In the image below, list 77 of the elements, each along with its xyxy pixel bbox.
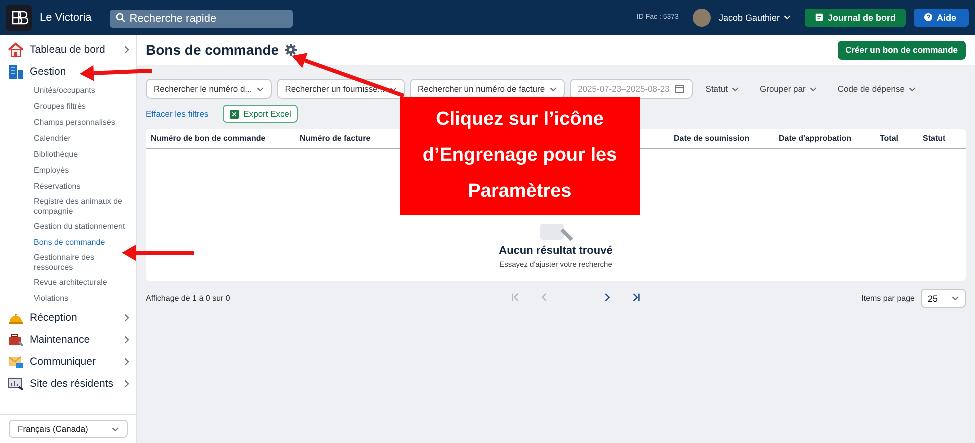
items-per-page-label: Items par page [862, 294, 915, 303]
previous-page-icon [540, 292, 549, 302]
chevron-right-icon [123, 358, 131, 366]
chevron-down-icon [732, 86, 739, 92]
chevron-right-icon [123, 336, 131, 344]
callout-text: Cliquez sur l’icône d’Engrenage pour les Paramètres [400, 97, 640, 215]
nav-subitem[interactable]: Employés [0, 163, 136, 179]
chevron-right-icon [123, 314, 131, 322]
search-select[interactable]: Rechercher un numéro de facture [410, 79, 566, 99]
pagination-summary: Affichage de 1 à 0 sur 0 [146, 294, 230, 303]
nav-subitem[interactable]: Calendrier [0, 131, 136, 147]
brand-name: Le Victoria [40, 12, 92, 24]
column-header: Total [880, 134, 900, 143]
nav-subitem[interactable]: Champs personnalisés [0, 115, 136, 131]
column-header: Numéro de facture [300, 134, 372, 143]
nav-subitem[interactable]: Groupes filtrés [0, 99, 136, 115]
help-icon [924, 13, 933, 22]
chevron-down-icon [952, 295, 959, 302]
chevron-down-icon [550, 86, 558, 92]
nav-item[interactable]: Site des résidents [0, 373, 136, 395]
column-header: Date de soumission [674, 134, 751, 143]
last-page-icon [632, 292, 641, 302]
column-header: Numéro de bon de commande [151, 134, 267, 143]
nav-subitem[interactable]: Gestionnaire des ressources [0, 251, 136, 275]
language-select[interactable]: Français (Canada) [9, 420, 128, 438]
search-field[interactable]: Recherche rapide [110, 10, 293, 28]
chevron-right-icon [123, 46, 131, 54]
nav-item[interactable]: Maintenance [0, 329, 136, 351]
logo[interactable] [6, 4, 32, 30]
items-per-page-select[interactable]: 25 [921, 289, 966, 308]
building-icon [8, 64, 24, 80]
empty-title: Aucun résultat trouvé [499, 245, 613, 257]
settings-icon[interactable] [285, 44, 298, 56]
nav-subitem[interactable]: Violations [0, 291, 136, 307]
export-excel-button[interactable]: Export Excel [222, 105, 298, 123]
column-header: Date d'approbation [779, 134, 853, 143]
toolbox-icon [8, 332, 24, 348]
chevron-down-icon [908, 86, 916, 92]
column-header: Statut [923, 134, 947, 143]
house-icon [8, 42, 24, 58]
clear-filters-link[interactable]: Effacer les filtres [146, 109, 209, 119]
chevron-down-icon [257, 86, 264, 92]
filter-dropdown[interactable]: Statut [698, 84, 747, 94]
chevron-down-icon [112, 426, 119, 432]
filter-dropdown[interactable]: Code de dépense [830, 84, 924, 94]
nav-subitem[interactable]: Bons de commande [0, 235, 136, 251]
spreadsheet-icon [230, 110, 239, 118]
create-order-button[interactable]: Créer un bon de commande [838, 40, 966, 60]
search-icon [116, 12, 126, 22]
nav-subitem[interactable]: Unités/occupants [0, 83, 136, 99]
help-button[interactable]: Aide [914, 8, 969, 26]
user-menu[interactable]: Jacob Gauthier [718, 12, 797, 22]
nav-subitem[interactable]: Réservations [0, 179, 136, 195]
journal-button[interactable]: Journal de bord [804, 8, 906, 26]
nav-item[interactable]: Communiquer [0, 351, 136, 373]
nav-subitem[interactable]: Revue architecturale [0, 275, 136, 291]
monitor-icon [8, 376, 24, 392]
filter-dropdown[interactable]: Grouper par [752, 84, 825, 94]
search-select[interactable]: Rechercher le numéro d... [146, 79, 272, 99]
calendar-icon [674, 84, 685, 94]
chevron-down-icon [810, 86, 817, 92]
first-page-icon [510, 292, 520, 302]
arrow [122, 245, 194, 261]
page-title: Bons de commande [146, 42, 280, 58]
notebook-icon [814, 13, 824, 22]
next-page-icon [602, 292, 612, 302]
nav-item[interactable]: Réception [0, 307, 136, 329]
chevron-down-icon [784, 14, 791, 21]
chevron-down-icon [390, 86, 397, 92]
avatar[interactable] [692, 8, 711, 26]
search-select[interactable]: Rechercher un fournisse... [277, 79, 405, 99]
nav-subitem[interactable]: Bibliothèque [0, 147, 136, 163]
nav-subitem[interactable]: Gestion du stationnement [0, 219, 136, 235]
envelope-icon [8, 354, 24, 370]
chevron-right-icon [123, 380, 131, 388]
nav-item[interactable]: Tableau de bord [0, 39, 136, 61]
nav-subitem[interactable]: Registre des animaux de compagnie [0, 195, 136, 219]
